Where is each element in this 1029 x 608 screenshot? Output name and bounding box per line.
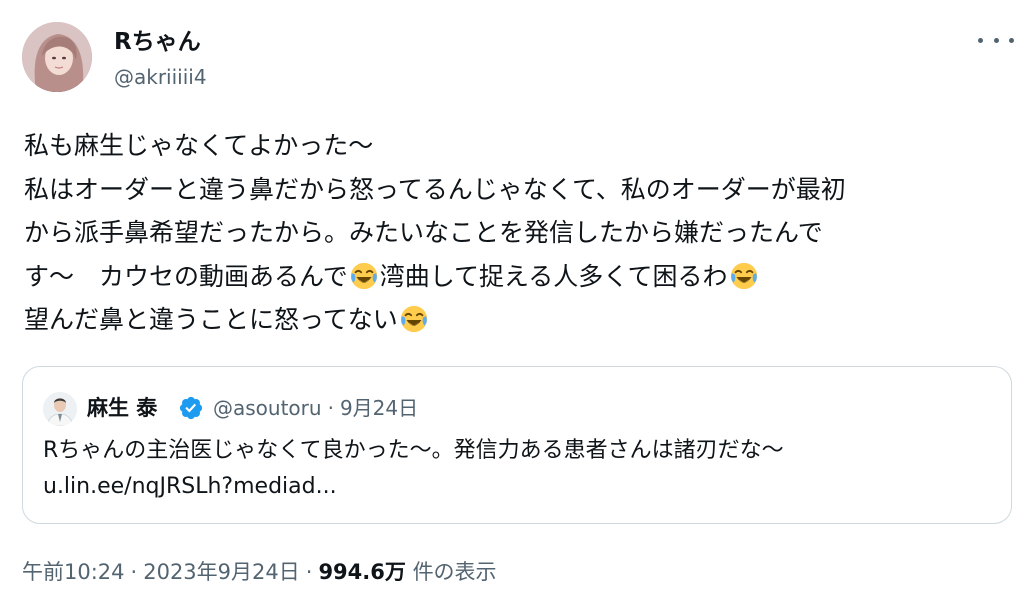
tweet-text-line: 私も麻生じゃなくてよかった〜 [24, 131, 374, 160]
tweet-text-line: す〜 カウセの動画あるんで 湾曲して捉える人多くて困るわ [24, 255, 1009, 299]
tweet: Rちゃん @akriiiii4 私も麻生じゃなくてよかった〜 私はオーダーと違う… [0, 0, 1029, 608]
more-horizontal-icon [1009, 37, 1014, 43]
author-avatar-image [22, 22, 92, 92]
quoted-author-meta: @asoutoru · 9月24日 [213, 395, 418, 421]
more-horizontal-icon [978, 37, 983, 43]
tweet-text-line: 私はオーダーと違う鼻だから怒ってるんじゃなくて、私のオーダーが最初 [24, 174, 846, 204]
quoted-author-avatar[interactable] [43, 392, 77, 426]
separator: · [130, 560, 138, 584]
face-with-tears-of-joy-icon [729, 261, 759, 291]
quoted-tweet-date[interactable]: 9月24日 [340, 396, 418, 420]
quoted-author-handle[interactable]: @asoutoru [213, 396, 322, 420]
author-handle[interactable]: @akriiiii4 [114, 64, 207, 90]
tweet-text-segment: 湾曲して捉える人多くて困るわ [379, 261, 728, 291]
quoted-author-avatar-image [43, 392, 77, 426]
view-count-label: 件の表示 [412, 560, 497, 584]
quoted-tweet-text-line: Rちゃんの主治医じゃなくて良かった〜。発信力ある患者さんは諸刃だな〜 [43, 438, 784, 463]
quoted-tweet-link[interactable]: u.lin.ee/nqJRSLh?mediad... [43, 469, 993, 505]
tweet-meta: 午前10:24 · 2023年9月24日 · 994.6万 件の表示 [22, 558, 497, 586]
face-with-tears-of-joy-icon [349, 261, 379, 291]
author-avatar[interactable] [22, 22, 92, 92]
tweet-text-line: から派手鼻希望だったから。みたいなことを発信したから嫌だったんで [24, 218, 823, 247]
quoted-author-display-name[interactable]: 麻生 泰 [87, 394, 157, 422]
tweet-text-segment: 望んだ鼻と違うことに怒ってない [24, 305, 398, 334]
tweet-text-segment: す〜 カウセの動画あるんで [24, 261, 348, 291]
tweet-text: 私も麻生じゃなくてよかった〜 私はオーダーと違う鼻だから怒ってるんじゃなくて、私… [24, 124, 1009, 342]
quoted-tweet-text: Rちゃんの主治医じゃなくて良かった〜。発信力ある患者さんは諸刃だな〜 u.lin… [43, 433, 993, 505]
more-horizontal-icon [993, 37, 999, 43]
tweet-text-line: 望んだ鼻と違うことに怒ってない [24, 298, 1009, 342]
verified-badge-icon [179, 396, 203, 420]
more-options-button[interactable] [978, 28, 1014, 52]
quoted-tweet-card[interactable]: 麻生 泰 @asoutoru · 9月24日 Rちゃんの主治医じゃなくて良かった〜。… [22, 366, 1012, 524]
tweet-date[interactable]: 2023年9月24日 [143, 560, 300, 584]
view-count: 994.6万 [318, 560, 406, 584]
separator: · [305, 560, 313, 584]
separator: · [327, 396, 334, 420]
face-with-tears-of-joy-icon [399, 304, 429, 334]
author-display-name[interactable]: Rちゃん [114, 28, 201, 56]
tweet-time[interactable]: 午前10:24 [22, 560, 125, 584]
